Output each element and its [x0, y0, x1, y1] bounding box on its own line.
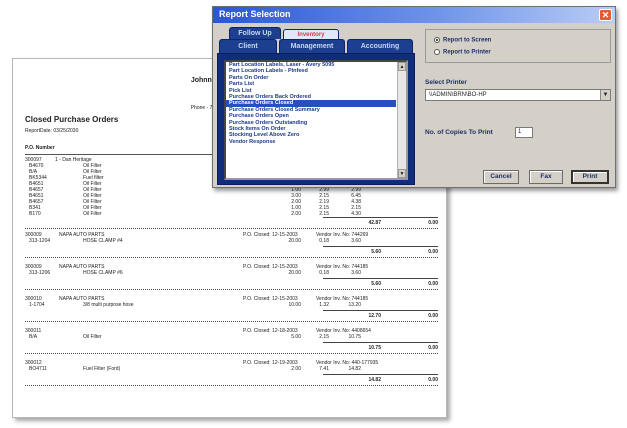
line-extension: 14.82 — [348, 366, 361, 372]
line-part: 313-1206 — [29, 270, 51, 276]
total-rule — [323, 246, 438, 247]
line-part: BO4711 — [29, 366, 47, 372]
fax-button[interactable]: Fax — [529, 170, 563, 184]
line-qty: 2.00 — [291, 366, 301, 372]
po-total: 14.82 — [368, 377, 381, 383]
line-desc: Oil Filter — [83, 334, 102, 340]
line-qty: 20.00 — [288, 238, 301, 244]
line-desc: 3/8 multi purpose hose — [83, 302, 134, 308]
po-total-secondary: 0.00 — [428, 220, 438, 226]
total-rule — [323, 374, 438, 375]
section-divider — [25, 228, 438, 229]
report-category-tabs: Follow Up Inventory Client Management Ac… — [217, 27, 415, 185]
line-qty: 20.00 — [288, 270, 301, 276]
line-price: 0.18 — [319, 270, 329, 276]
report-to-printer-label: Report to Printer — [443, 49, 491, 56]
total-rule — [323, 310, 438, 311]
line-qty: 10.00 — [288, 302, 301, 308]
output-options: Report to Screen Report to Printer Selec… — [425, 29, 611, 185]
line-desc: Oil Filter — [83, 211, 102, 217]
section-divider — [25, 385, 438, 386]
report-selection-dialog: Report Selection ✕ Follow Up Inventory C… — [212, 6, 616, 188]
line-price: 2.15 — [319, 334, 329, 340]
po-total: 12.70 — [368, 313, 381, 319]
po-total-secondary: 0.00 — [428, 377, 438, 383]
select-printer-label: Select Printer — [425, 79, 467, 86]
line-price: 0.18 — [319, 238, 329, 244]
report-title: Closed Purchase Orders — [25, 115, 119, 124]
line-extension: 13.20 — [348, 302, 361, 308]
list-scrollbar[interactable]: ▲ ▼ — [397, 62, 406, 178]
po-total: 10.75 — [368, 345, 381, 351]
line-qty: 2.00 — [291, 211, 301, 217]
tab-client[interactable]: Client — [219, 39, 277, 53]
scroll-up-icon[interactable]: ▲ — [398, 62, 406, 71]
po-total-secondary: 0.00 — [428, 345, 438, 351]
line-part: B/A — [29, 334, 38, 340]
report-items: Part Location Labels, Laser - Avery 5095… — [226, 62, 406, 145]
line-desc: HOSE CLAMP #6 — [83, 270, 123, 276]
tab-inventory[interactable]: Inventory — [283, 29, 339, 39]
report-list-item[interactable]: Vendor Response — [226, 139, 396, 145]
cancel-button[interactable]: Cancel — [483, 170, 519, 184]
section-divider — [25, 321, 438, 322]
po-total: 42.87 — [368, 220, 381, 226]
radio-selected-icon[interactable] — [434, 37, 440, 43]
section-divider — [25, 353, 438, 354]
line-part: 1-1704 — [29, 302, 45, 308]
po-total: 5.60 — [371, 281, 381, 287]
report-to-screen-option[interactable]: Report to Screen — [434, 37, 491, 44]
print-button[interactable]: Print — [571, 170, 609, 184]
section-divider — [25, 257, 438, 258]
po-total: 5.60 — [371, 249, 381, 255]
tab-follow-up[interactable]: Follow Up — [229, 27, 281, 39]
tab-panel: Part Location Labels, Laser - Avery 5095… — [217, 53, 415, 185]
line-extension: 3.60 — [351, 238, 361, 244]
report-date: ReportDate: 03/25/2030 — [25, 128, 79, 134]
po-total-secondary: 0.00 — [428, 249, 438, 255]
line-desc: Fuel Filter (Ford) — [83, 366, 121, 372]
line-price: 1.32 — [319, 302, 329, 308]
line-extension: 10.75 — [348, 334, 361, 340]
output-destination-group: Report to Screen Report to Printer — [425, 29, 611, 63]
tab-management[interactable]: Management — [279, 39, 345, 53]
line-part: B170 — [29, 211, 41, 217]
po-total-secondary: 0.00 — [428, 313, 438, 319]
line-desc: HOSE CLAMP #4 — [83, 238, 123, 244]
close-icon[interactable]: ✕ — [599, 9, 612, 21]
line-qty: 5.00 — [291, 334, 301, 340]
po-total-secondary: 0.00 — [428, 281, 438, 287]
dialog-title: Report Selection — [219, 9, 291, 19]
printer-select[interactable]: \\ADMIN\BRN\BO-HP ▼ — [425, 89, 611, 101]
line-price: 7.41 — [319, 366, 329, 372]
tab-accounting[interactable]: Accounting — [347, 39, 413, 53]
total-rule — [323, 342, 438, 343]
report-list[interactable]: Part Location Labels, Laser - Avery 5095… — [224, 60, 408, 180]
section-divider — [25, 289, 438, 290]
line-extension: 3.60 — [351, 270, 361, 276]
line-part: 313-1204 — [29, 238, 51, 244]
copies-input[interactable]: 1 — [515, 127, 533, 138]
radio-unselected-icon[interactable] — [434, 49, 440, 55]
total-rule — [323, 217, 438, 218]
total-rule — [323, 278, 438, 279]
report-to-screen-label: Report to Screen — [443, 37, 492, 44]
chevron-down-icon[interactable]: ▼ — [600, 90, 610, 100]
printer-value: \\ADMIN\BRN\BO-HP — [429, 92, 487, 98]
copies-label: No. of Copies To Print — [425, 129, 493, 136]
scroll-down-icon[interactable]: ▼ — [398, 169, 406, 178]
report-to-printer-option[interactable]: Report to Printer — [434, 49, 491, 56]
dialog-titlebar[interactable]: Report Selection ✕ — [213, 7, 615, 23]
po-number-header: P.O. Number — [25, 145, 55, 151]
